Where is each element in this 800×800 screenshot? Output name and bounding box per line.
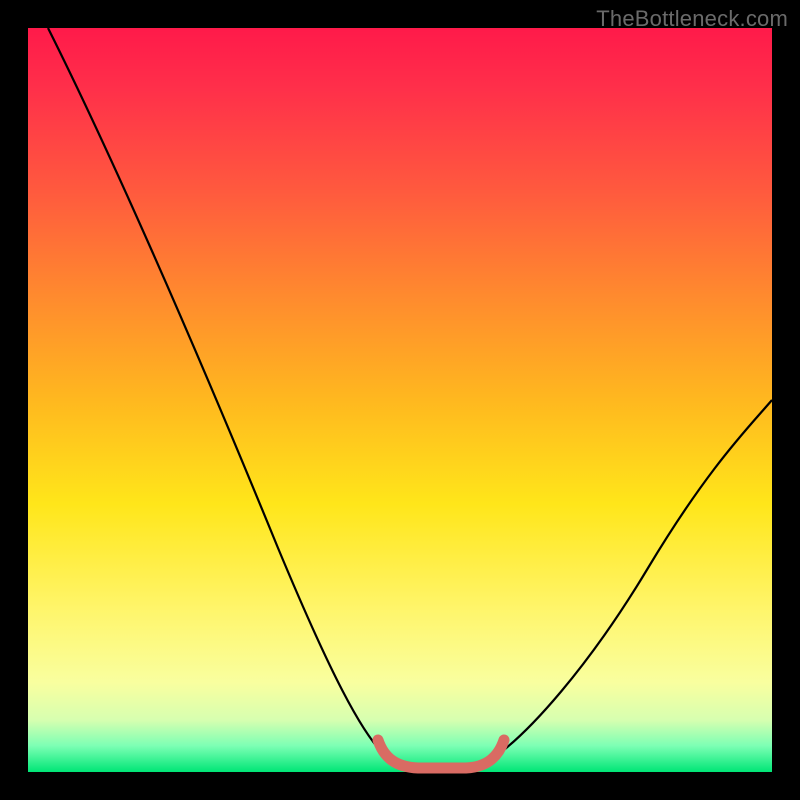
chart-frame: TheBottleneck.com <box>0 0 800 800</box>
curve-layer <box>28 28 772 772</box>
bottleneck-curve <box>48 28 772 770</box>
optimal-band-marker <box>378 740 504 768</box>
plot-area <box>28 28 772 772</box>
